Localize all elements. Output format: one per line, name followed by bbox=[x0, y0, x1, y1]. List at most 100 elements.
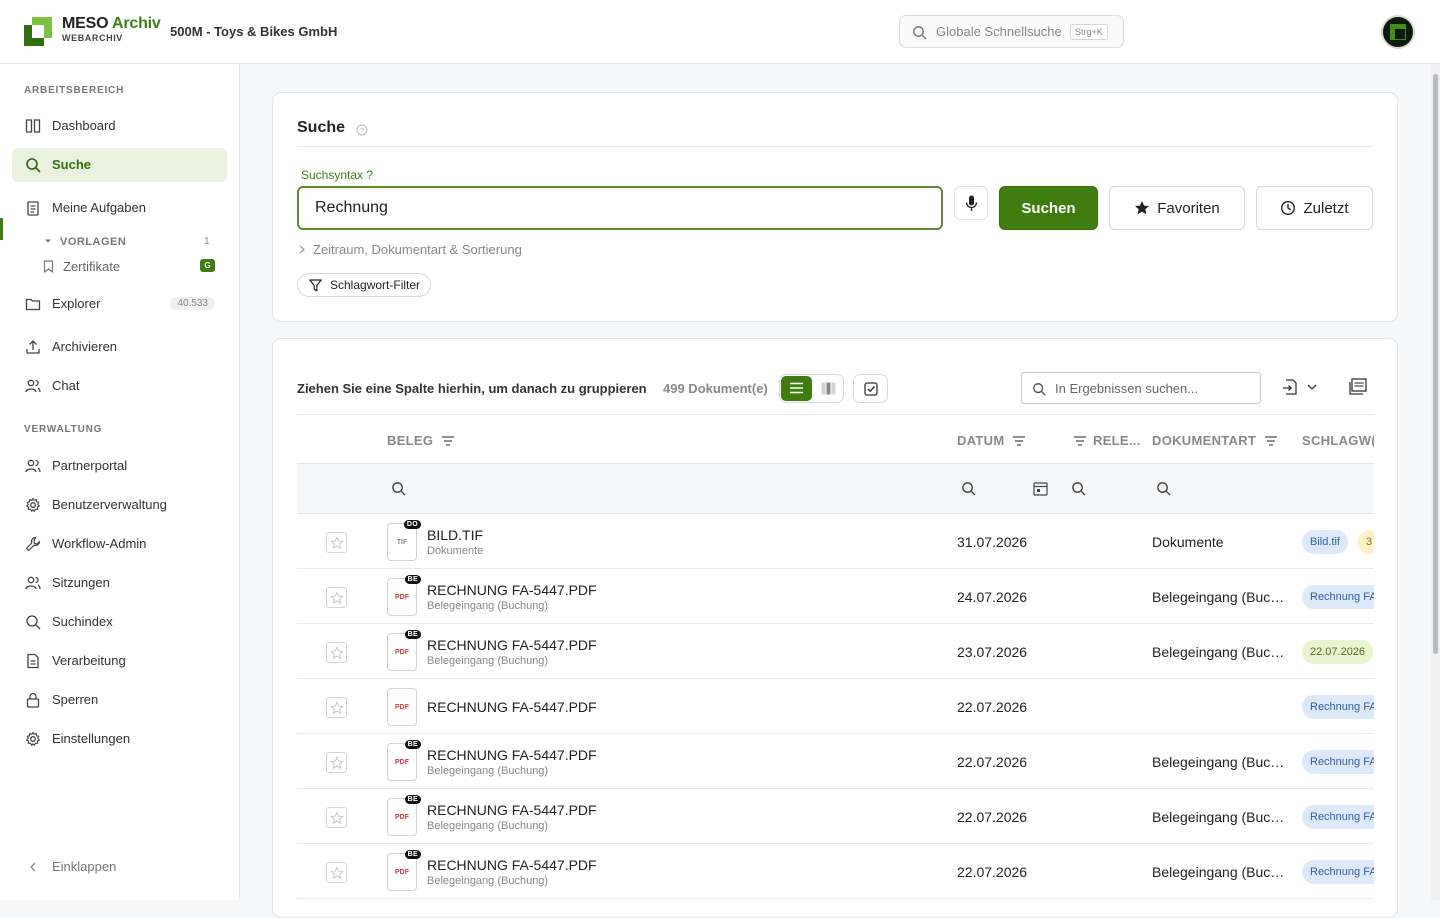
favorite-toggle[interactable] bbox=[326, 752, 347, 773]
sidebar-item-archive[interactable]: Archivieren bbox=[12, 330, 227, 364]
table-row[interactable]: PDF RECHNUNG FA-5447.PDF 22.07.2026 Rechnun… bbox=[297, 679, 1374, 734]
group-by-hint[interactable]: Ziehen Sie eine Spalte hierhin, um danac… bbox=[297, 381, 647, 396]
collapse-sidebar-button[interactable]: Einklappen bbox=[52, 859, 116, 874]
search-button[interactable]: Suchen bbox=[999, 186, 1098, 230]
search-input[interactable]: Rechnung bbox=[297, 186, 943, 230]
recent-button[interactable]: Zuletzt bbox=[1256, 186, 1373, 230]
sidebar-item-sessions[interactable]: Sitzungen bbox=[12, 566, 227, 600]
export-button[interactable] bbox=[1281, 378, 1299, 396]
sidebar-item-locks[interactable]: Sperren bbox=[12, 683, 227, 717]
keyword-pill[interactable]: Rechnung FA bbox=[1302, 750, 1374, 774]
column-header-dokumentart[interactable]: DOKUMENTART bbox=[1152, 433, 1278, 448]
sidebar-item-processing[interactable]: Verarbeitung bbox=[12, 644, 227, 678]
column-header-datum[interactable]: DATUM bbox=[957, 433, 1026, 448]
keyword-pill[interactable]: Rechnung FA bbox=[1302, 695, 1374, 719]
favorite-toggle[interactable] bbox=[326, 532, 347, 553]
filter-lines-icon[interactable] bbox=[441, 435, 455, 447]
keyword-pill[interactable]: 3 bbox=[1358, 530, 1374, 554]
sidebar-item-settings[interactable]: Einstellungen bbox=[12, 722, 227, 756]
filter-lines-icon[interactable] bbox=[1073, 435, 1087, 447]
sidebar-item-label: Sitzungen bbox=[52, 575, 110, 590]
table-row[interactable]: PDF BE RECHNUNG FA-5447.PDF Belegeingang (B… bbox=[297, 789, 1374, 844]
keyword-pill[interactable]: Rechnung FA bbox=[1302, 585, 1374, 609]
file-type-label: PDF bbox=[395, 869, 409, 876]
table-row[interactable]: TIF DO BILD.TIF Dokumente 31.07.2026 Dokument… bbox=[297, 514, 1374, 569]
table-row[interactable]: PDF BE RECHNUNG FA-5447.PDF Belegeingang (B… bbox=[297, 569, 1374, 624]
scrollbar-thumb[interactable] bbox=[1433, 74, 1438, 654]
column-header-relevanz[interactable]: RELE... bbox=[1073, 433, 1141, 448]
favorites-button[interactable]: Favoriten bbox=[1109, 186, 1245, 230]
favorite-toggle[interactable] bbox=[326, 642, 347, 663]
favorite-toggle[interactable] bbox=[326, 587, 347, 608]
active-indicator bbox=[0, 218, 3, 240]
keyword-pill[interactable]: Rechnung FA bbox=[1302, 805, 1374, 829]
table-row[interactable]: PDF BE RECHNUNG FA-5447.PDF Belegeingang (B… bbox=[297, 734, 1374, 789]
tenant-name[interactable]: 500M - Toys & Bikes GmbH bbox=[170, 24, 337, 39]
avatar[interactable] bbox=[1381, 15, 1415, 49]
sidebar-item-workflow[interactable]: Workflow-Admin bbox=[12, 527, 227, 561]
sidebar-item-partner[interactable]: Partnerportal bbox=[12, 449, 227, 483]
view-toggle[interactable] bbox=[779, 374, 844, 403]
filter-row bbox=[297, 464, 1374, 514]
templates-label[interactable]: VORLAGEN bbox=[60, 236, 126, 248]
search-syntax-label[interactable]: Suchsyntax ? bbox=[301, 168, 373, 182]
column-chooser-button[interactable] bbox=[1349, 378, 1367, 395]
favorite-toggle[interactable] bbox=[326, 862, 347, 883]
global-search[interactable]: Globale Schnellsuche Strg+K bbox=[899, 15, 1124, 48]
global-search-placeholder: Globale Schnellsuche bbox=[936, 24, 1062, 39]
document-name[interactable]: BILD.TIF bbox=[427, 527, 483, 543]
results-search-input[interactable]: In Ergebnissen suchen... bbox=[1021, 372, 1261, 404]
doc-class-badge: BE bbox=[404, 630, 421, 639]
document-name[interactable]: RECHNUNG FA-5447.PDF bbox=[427, 699, 597, 715]
doc-class-badge: BE bbox=[404, 850, 421, 859]
list-view-button[interactable] bbox=[781, 376, 812, 401]
document-name[interactable]: RECHNUNG FA-5447.PDF bbox=[427, 747, 597, 763]
keyword-pill[interactable]: Rechnung FA bbox=[1302, 860, 1374, 884]
svg-text:?: ? bbox=[360, 128, 364, 135]
filter-lines-icon[interactable] bbox=[1264, 435, 1278, 447]
shortcut-hint: Strg+K bbox=[1070, 24, 1108, 40]
document-name[interactable]: RECHNUNG FA-5447.PDF bbox=[427, 637, 597, 653]
sidebar-item-search[interactable]: Suche bbox=[12, 148, 227, 182]
table-row[interactable]: PDF BE RECHNUNG FA-5447.PDF Belegeingang (B… bbox=[297, 624, 1374, 679]
doc-class-badge: BE bbox=[404, 795, 421, 804]
keyword-pill[interactable]: 22.07.2026 bbox=[1302, 640, 1374, 664]
advanced-options-toggle[interactable]: Zeitraum, Dokumentart & Sortierung bbox=[313, 242, 522, 257]
search-icon[interactable] bbox=[1156, 481, 1171, 496]
column-header-beleg[interactable]: BELEG bbox=[387, 433, 455, 448]
keyword-filter-button[interactable]: Schlagwort-Filter bbox=[297, 273, 432, 297]
logo-icon[interactable] bbox=[24, 17, 52, 46]
document-name[interactable]: RECHNUNG FA-5447.PDF bbox=[427, 582, 597, 598]
sidebar-item-explorer[interactable]: Explorer 40.533 bbox=[12, 287, 227, 321]
document-type: Belegeingang (Buc… bbox=[1152, 644, 1285, 660]
scrollbar[interactable] bbox=[1431, 64, 1440, 900]
favorite-toggle[interactable] bbox=[326, 807, 347, 828]
document-name[interactable]: RECHNUNG FA-5447.PDF bbox=[427, 857, 597, 873]
microphone-button[interactable] bbox=[954, 186, 988, 220]
results-search-placeholder: In Ergebnissen suchen... bbox=[1055, 381, 1199, 396]
favorite-toggle[interactable] bbox=[326, 697, 347, 718]
sidebar-item-certificates[interactable]: Zertifikate bbox=[63, 259, 120, 274]
search-icon[interactable] bbox=[1071, 481, 1086, 496]
column-header-schlagworte[interactable]: SCHLAGW( bbox=[1302, 433, 1374, 448]
search-icon[interactable] bbox=[961, 481, 976, 496]
help-icon[interactable]: ? bbox=[356, 124, 368, 136]
sidebar-item-chat[interactable]: Chat bbox=[12, 369, 227, 403]
brand-name-accent: Archiv bbox=[111, 15, 161, 32]
sidebar-item-dashboard[interactable]: Dashboard bbox=[12, 109, 227, 143]
table-row[interactable]: PDF BE RECHNUNG FA-5447.PDF Belegeingang (B… bbox=[297, 844, 1374, 899]
calendar-icon[interactable] bbox=[1033, 481, 1048, 496]
sidebar-item-index[interactable]: Suchindex bbox=[12, 605, 227, 639]
sidebar-item-tasks[interactable]: Meine Aufgaben bbox=[12, 191, 227, 225]
document-name[interactable]: RECHNUNG FA-5447.PDF bbox=[427, 802, 597, 818]
chevron-down-icon[interactable] bbox=[44, 237, 52, 245]
star-outline-icon bbox=[330, 701, 344, 715]
status-badge: G bbox=[200, 259, 215, 272]
search-icon[interactable] bbox=[391, 481, 406, 496]
keyword-pill[interactable]: Bild.tif bbox=[1302, 530, 1348, 554]
sidebar-item-users[interactable]: Benutzerverwaltung bbox=[12, 488, 227, 522]
filter-lines-icon[interactable] bbox=[1012, 435, 1026, 447]
chevron-down-icon[interactable] bbox=[1307, 384, 1317, 391]
select-mode-button[interactable] bbox=[853, 374, 888, 403]
search-icon bbox=[913, 26, 927, 40]
